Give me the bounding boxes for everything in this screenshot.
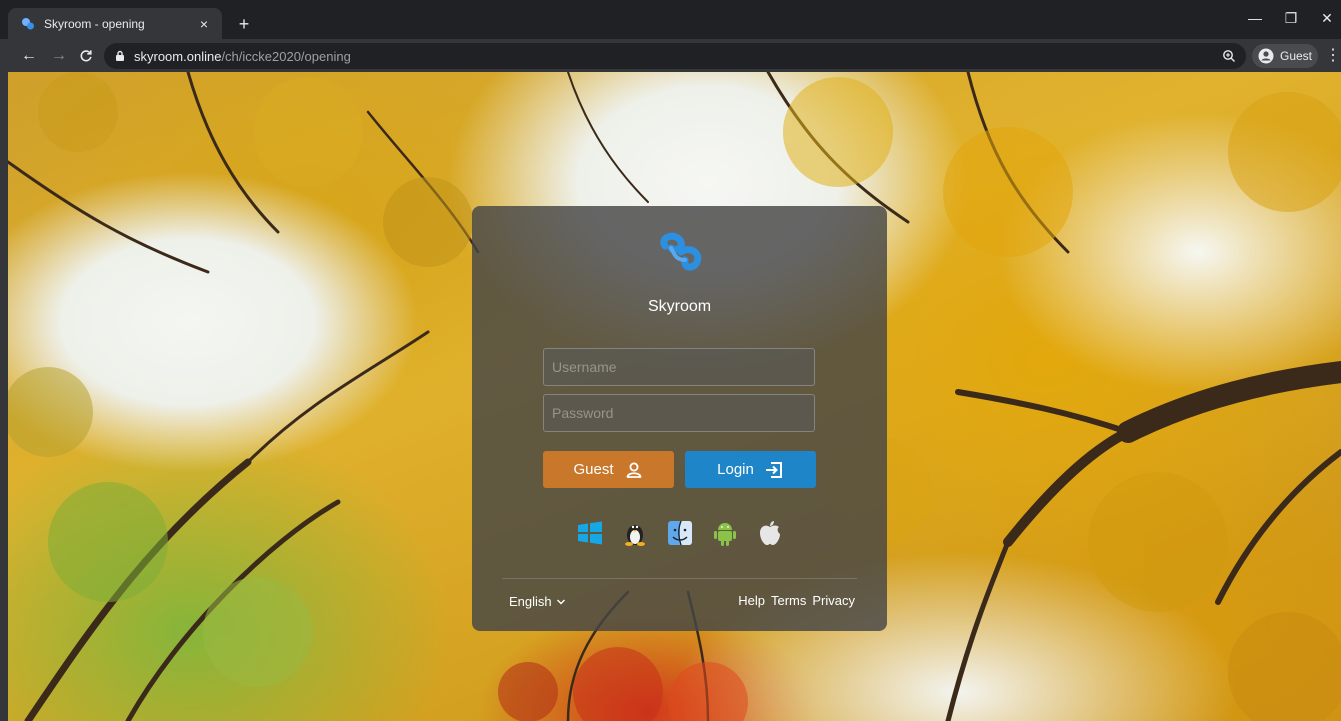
language-selector[interactable]: English: [509, 594, 566, 609]
apple-icon[interactable]: [757, 519, 783, 547]
android-icon[interactable]: [712, 519, 738, 547]
skyroom-logo-icon: [660, 232, 702, 271]
login-button-label: Login: [717, 461, 754, 478]
username-input[interactable]: [543, 348, 815, 386]
browser-toolbar: ← → skyroom.online/ch/iccke2020/opening: [0, 39, 1341, 72]
password-input[interactable]: [543, 394, 815, 432]
language-label: English: [509, 594, 552, 609]
brand-name: Skyroom: [647, 298, 712, 315]
page-background: Skyroom Guest Login: [8, 72, 1341, 721]
reload-button[interactable]: [77, 47, 95, 65]
restore-button[interactable]: ❐: [1277, 10, 1305, 27]
browser-tab[interactable]: Skyroom - opening ×: [8, 8, 222, 39]
login-button[interactable]: Login: [685, 451, 816, 488]
profile-label: Guest: [1280, 49, 1313, 63]
url-host: skyroom.online: [134, 48, 222, 64]
minimize-button[interactable]: —: [1241, 10, 1269, 26]
new-tab-button[interactable]: +: [234, 14, 254, 34]
footer-divider: [502, 578, 857, 579]
help-link[interactable]: Help: [738, 593, 765, 608]
profile-button[interactable]: Guest: [1252, 44, 1318, 68]
user-icon: [626, 462, 641, 478]
footer-links: Help Terms Privacy: [738, 593, 855, 608]
window-close-button[interactable]: ✕: [1313, 10, 1341, 27]
browser-chrome: Skyroom - opening × + — ❐ ✕ ← → skyroom.…: [0, 0, 1341, 72]
window-frame-left: [0, 72, 8, 721]
tab-title: Skyroom - opening: [44, 16, 145, 31]
guest-avatar-icon: [1258, 48, 1274, 64]
terms-link[interactable]: Terms: [771, 593, 806, 608]
guest-button[interactable]: Guest: [543, 451, 674, 488]
guest-button-label: Guest: [573, 461, 614, 478]
windows-icon[interactable]: [577, 519, 603, 547]
sign-in-icon: [765, 461, 782, 478]
tab-close-button[interactable]: ×: [194, 14, 214, 34]
url-path: /ch/iccke2020/opening: [221, 48, 351, 64]
platform-downloads: [472, 519, 887, 547]
login-panel: Skyroom Guest Login: [472, 206, 887, 631]
zoom-icon[interactable]: [1222, 49, 1236, 63]
forward-button[interactable]: →: [50, 47, 68, 65]
browser-menu-button[interactable]: ⋮: [1325, 47, 1341, 65]
lock-icon: [116, 50, 124, 61]
macos-finder-icon[interactable]: [667, 519, 693, 547]
chevron-down-icon: [556, 599, 565, 604]
privacy-link[interactable]: Privacy: [812, 593, 855, 608]
url-text: skyroom.online/ch/iccke2020/opening: [134, 49, 351, 64]
address-bar[interactable]: skyroom.online/ch/iccke2020/opening: [104, 43, 1246, 69]
back-button[interactable]: ←: [20, 47, 38, 65]
reload-icon: [80, 50, 92, 62]
linux-icon[interactable]: [622, 519, 648, 547]
skyroom-favicon-icon: [22, 17, 34, 29]
